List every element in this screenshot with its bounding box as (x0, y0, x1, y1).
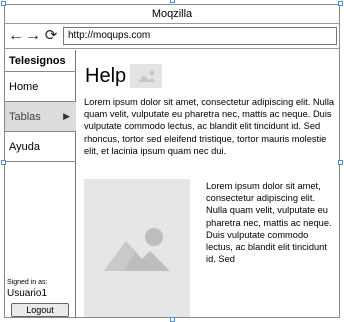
sidebar-item-label: Home (9, 81, 39, 93)
reload-icon[interactable]: ⟳ (43, 27, 59, 45)
image-placeholder (84, 179, 190, 317)
url-bar[interactable]: http://moqups.com (63, 27, 337, 45)
selection-handle[interactable] (1, 160, 6, 165)
image-placeholder-icon (130, 64, 162, 88)
sidebar-item-label: Ayuda (9, 141, 40, 153)
sidebar-item-label: Tablas (9, 111, 41, 123)
user-name: Usuario1 (7, 288, 48, 299)
help-paragraph: Lorem ipsum dolor sit amet, consectetur … (84, 97, 335, 156)
selection-handle[interactable] (170, 0, 175, 3)
back-arrow-icon[interactable]: ← (8, 27, 24, 45)
sidebar-brand: Telesignos (5, 50, 76, 72)
main-content: Help Lorem ipsum dolor sit amet, consect… (77, 50, 339, 317)
selection-handle[interactable] (170, 317, 175, 322)
selection-handle[interactable] (338, 160, 343, 165)
sidebar: Telesignos Home Tablas ▶ Ayuda Signed in… (5, 50, 76, 317)
selection-handle[interactable] (338, 1, 343, 6)
sidebar-item-ayuda[interactable]: Ayuda (5, 132, 76, 162)
browser-toolbar: ← → ⟳ http://moqups.com (5, 24, 339, 49)
logout-button[interactable]: Logout (11, 303, 69, 317)
sidebar-item-tablas[interactable]: Tablas ▶ (5, 102, 76, 132)
forward-arrow-icon[interactable]: → (25, 27, 41, 45)
sidebar-item-home[interactable]: Home (5, 72, 76, 102)
browser-window: Moqzilla ← → ⟳ http://moqups.com Telesig… (4, 4, 340, 318)
submenu-arrow-icon: ▶ (63, 111, 70, 121)
side-paragraph: Lorem ipsum dolor sit amet, consectetur … (206, 181, 332, 265)
selection-handle[interactable] (1, 1, 6, 6)
title-bar: Moqzilla (5, 5, 339, 24)
window-title: Moqzilla (151, 8, 193, 20)
signed-in-label: Signed in as: (7, 279, 48, 286)
page-title: Help (85, 65, 127, 87)
